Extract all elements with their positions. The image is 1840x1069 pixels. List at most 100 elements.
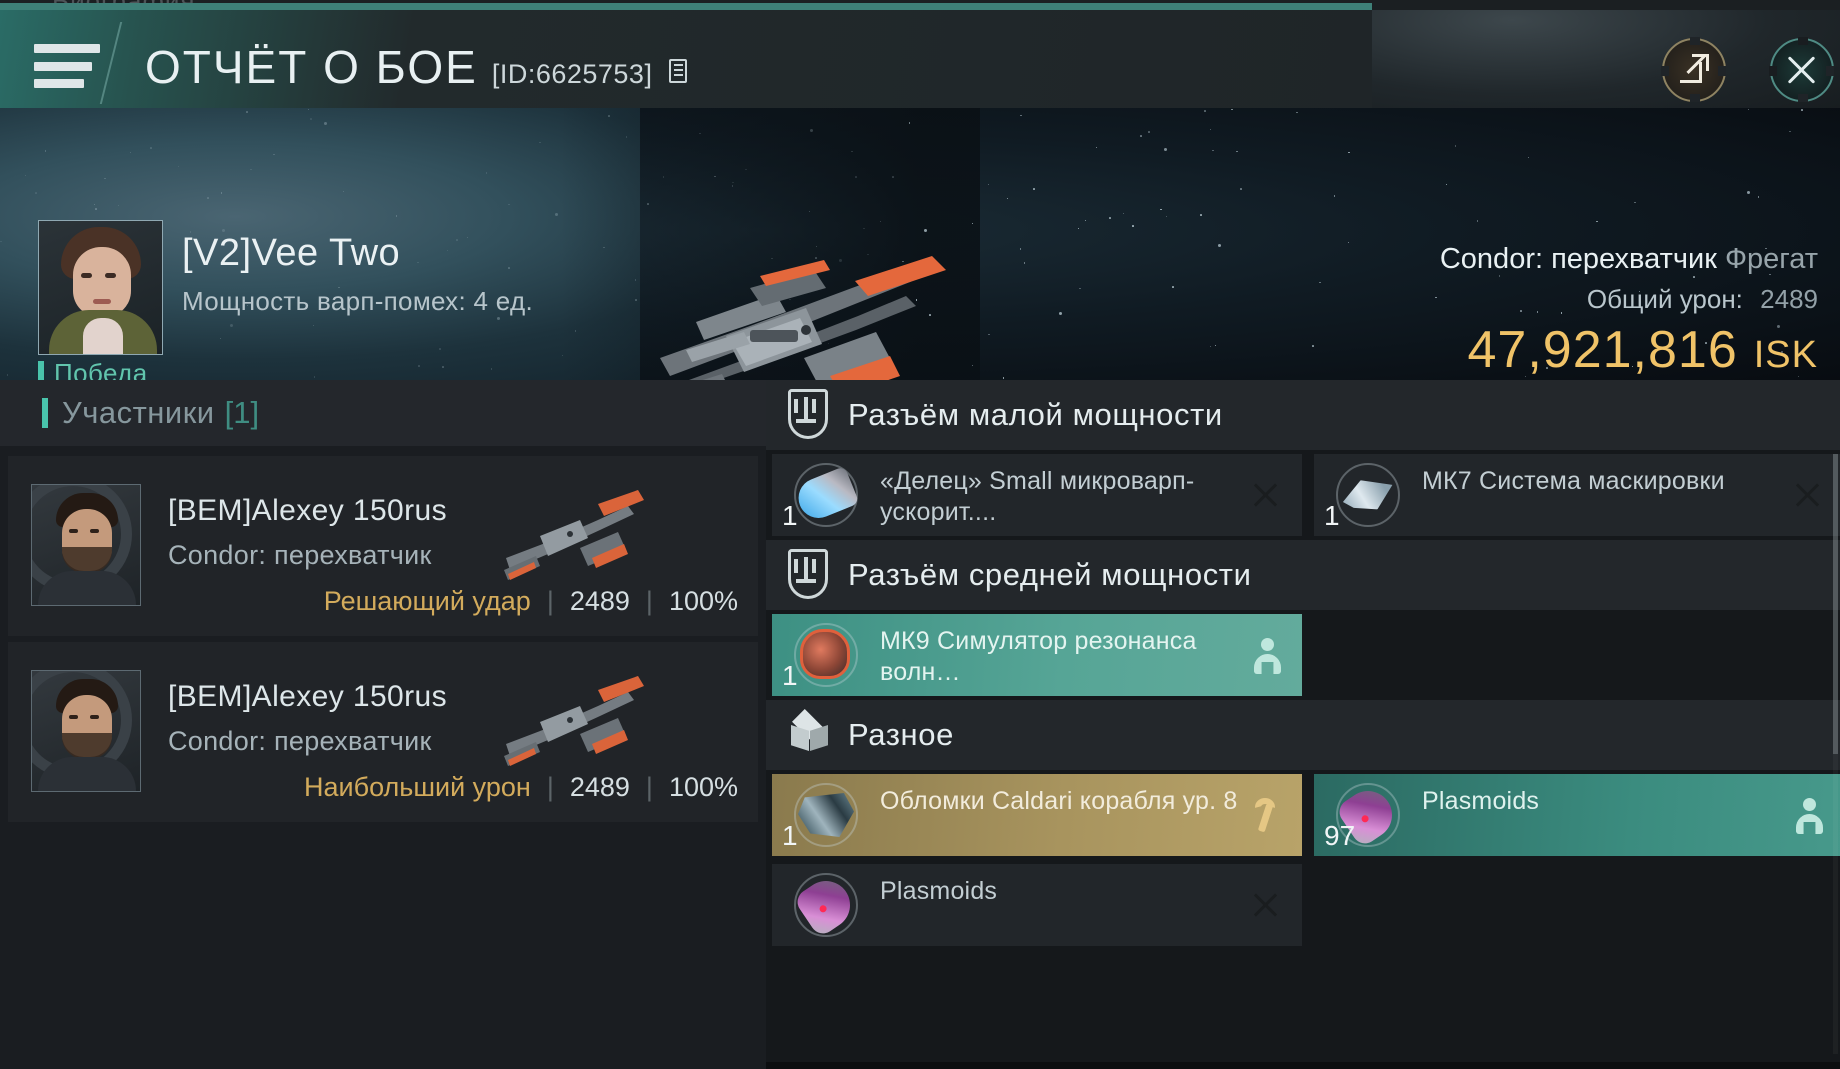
participant-damage: 2489 bbox=[569, 772, 630, 802]
participant-ship: Condor: перехватчик bbox=[168, 726, 432, 756]
fitting-section-title: Разное bbox=[848, 717, 954, 752]
item-icon bbox=[1336, 463, 1400, 527]
fitting-section-header: Разъём малой мощности bbox=[766, 380, 1840, 450]
victim-ship-art bbox=[660, 256, 946, 380]
fitting-item[interactable]: 97 Plasmoids bbox=[1314, 774, 1840, 856]
participant-stats: Наибольший урон | 2489 | 100% bbox=[304, 772, 738, 803]
destroyed-x-icon bbox=[1252, 481, 1280, 509]
destroyed-x-icon bbox=[1794, 481, 1822, 509]
summary-banner: [V2]Vee Two Мощность варп-помех: 4 ед. П… bbox=[0, 108, 1840, 380]
participant-damage-percent: 100% bbox=[668, 772, 738, 802]
stat-separator: | bbox=[645, 772, 653, 802]
isk-currency: ISK bbox=[1753, 334, 1818, 376]
participant-role-tag: Наибольший урон bbox=[304, 772, 531, 802]
fitting-panel: Разъём малой мощности 1 «Делец» Small микр… bbox=[766, 380, 1840, 1069]
item-name: Plasmoids bbox=[880, 877, 998, 905]
participant-ship-icon bbox=[488, 664, 648, 784]
participant-stats: Решающий удар | 2489 | 100% bbox=[324, 586, 738, 617]
participant-avatar bbox=[31, 670, 141, 792]
total-damage-line: Общий урон: 2489 bbox=[1587, 284, 1818, 315]
close-button[interactable] bbox=[1769, 37, 1834, 102]
result-badge-label: Победа bbox=[54, 358, 148, 380]
header-teal-accent-bar bbox=[0, 3, 1372, 10]
participants-header: Участники [1] bbox=[0, 380, 766, 446]
item-status-icon bbox=[1794, 481, 1822, 509]
participant-row[interactable]: [BEM]Alexey 150rus Condor: перехватчик Наи… bbox=[8, 642, 758, 822]
close-icon bbox=[1786, 54, 1818, 86]
participant-avatar bbox=[31, 484, 141, 606]
victim-ship-name: Condor: bbox=[1439, 243, 1544, 275]
stat-separator: | bbox=[645, 586, 653, 616]
item-quantity: 1 bbox=[782, 660, 798, 691]
isk-value-line: 47,921,816 ISK bbox=[1467, 320, 1818, 380]
item-name: Plasmoids bbox=[1422, 787, 1540, 815]
combat-report-window: Биография ОТЧЁТ О БОЕ [ID:6625753] bbox=[0, 0, 1840, 1069]
fitting-item[interactable]: Plasmoids bbox=[772, 864, 1302, 946]
participant-name: [BEM]Alexey 150rus bbox=[168, 680, 447, 713]
fitting-section-title: Разъём малой мощности bbox=[848, 397, 1223, 432]
participants-panel: Участники [1] [BEM]Alexey 150rus Condor: … bbox=[0, 380, 766, 1069]
participant-role-tag: Решающий удар bbox=[323, 586, 531, 616]
fitting-section-header: Разное bbox=[766, 700, 1840, 770]
participant-ship: Condor: перехватчик bbox=[168, 540, 432, 570]
participants-header-bar bbox=[42, 398, 48, 428]
fitting-scrollbar-thumb[interactable] bbox=[1833, 454, 1838, 754]
participant-ship-icon bbox=[488, 478, 648, 598]
hamburger-icon[interactable] bbox=[34, 44, 100, 88]
pilot-name: [V2]Vee Two bbox=[182, 232, 401, 274]
pilot-warp-strength: Мощность варп-помех: 4 ед. bbox=[182, 286, 533, 316]
report-id-text: [ID:6625753] bbox=[491, 59, 653, 89]
item-icon bbox=[792, 463, 860, 527]
victim-ship-group: Фрегат bbox=[1724, 243, 1818, 275]
item-name: МК7 Система маскировки bbox=[1422, 467, 1725, 495]
pilot-avatar[interactable] bbox=[38, 220, 163, 355]
victim-ship-line: Condor: перехватчик Фрегат bbox=[1440, 243, 1818, 276]
copy-icon[interactable] bbox=[669, 59, 688, 83]
total-damage-value: 2489 bbox=[1760, 284, 1818, 314]
window-header: ОТЧЁТ О БОЕ [ID:6625753] bbox=[0, 10, 1840, 115]
isk-amount: 47,921,816 bbox=[1467, 321, 1738, 379]
item-name: МК9 Симулятор резонанса волн… bbox=[880, 627, 1197, 686]
participant-ship-art bbox=[504, 676, 644, 766]
item-status-icon bbox=[1796, 798, 1823, 834]
fitting-item[interactable]: 1 «Делец» Small микроварп-ускорит.... bbox=[772, 454, 1302, 536]
stat-separator: | bbox=[546, 772, 554, 802]
report-body: Участники [1] [BEM]Alexey 150rus Condor: … bbox=[0, 380, 1840, 1069]
item-quantity: 97 bbox=[1324, 820, 1356, 851]
share-external-icon bbox=[1680, 54, 1709, 83]
participant-name: [BEM]Alexey 150rus bbox=[168, 494, 447, 527]
salvage-wrench-icon bbox=[1250, 798, 1280, 833]
fitting-section-title: Разъём средней мощности bbox=[848, 557, 1252, 592]
participants-header-count: [1] bbox=[224, 395, 260, 430]
item-name: «Делец» Small микроварп-ускорит.... bbox=[880, 467, 1195, 526]
participants-header-label: Участники bbox=[62, 395, 215, 430]
item-icon bbox=[794, 783, 858, 847]
page-title-text: ОТЧЁТ О БОЕ bbox=[145, 41, 478, 93]
victim-ship-class: перехватчик bbox=[1551, 243, 1717, 275]
item-status-icon bbox=[1252, 481, 1280, 509]
item-status-icon bbox=[1252, 891, 1280, 919]
fitting-item[interactable]: 1 МК7 Система маскировки bbox=[1314, 454, 1840, 536]
item-name: Обломки Caldari корабля ур. 8 bbox=[880, 787, 1238, 815]
destroyed-x-icon bbox=[1252, 891, 1280, 919]
item-quantity: 1 bbox=[782, 820, 798, 851]
participant-row[interactable]: [BEM]Alexey 150rus Condor: перехватчик Реш… bbox=[8, 456, 758, 636]
mid-power-slot-icon bbox=[788, 549, 832, 601]
background-page-sliver: Биография bbox=[0, 0, 1840, 10]
item-status-icon bbox=[1250, 798, 1280, 833]
looted-person-icon bbox=[1254, 638, 1281, 674]
result-badge: Победа bbox=[38, 358, 148, 380]
misc-cube-icon bbox=[788, 709, 832, 761]
item-quantity: 1 bbox=[782, 500, 798, 531]
fitting-item[interactable]: 1 Обломки Caldari корабля ур. 8 bbox=[772, 774, 1302, 856]
participant-damage: 2489 bbox=[569, 586, 630, 616]
fitting-item[interactable]: 1 МК9 Симулятор резонанса волн… bbox=[772, 614, 1302, 696]
fitting-section-header: Разъём средней мощности bbox=[766, 540, 1840, 610]
stat-separator: | bbox=[546, 586, 554, 616]
share-button[interactable] bbox=[1661, 37, 1726, 102]
header-divider bbox=[99, 22, 123, 104]
low-power-slot-icon bbox=[788, 389, 832, 441]
item-icon bbox=[794, 623, 858, 687]
looted-person-icon bbox=[1796, 798, 1823, 834]
item-icon bbox=[792, 871, 860, 939]
